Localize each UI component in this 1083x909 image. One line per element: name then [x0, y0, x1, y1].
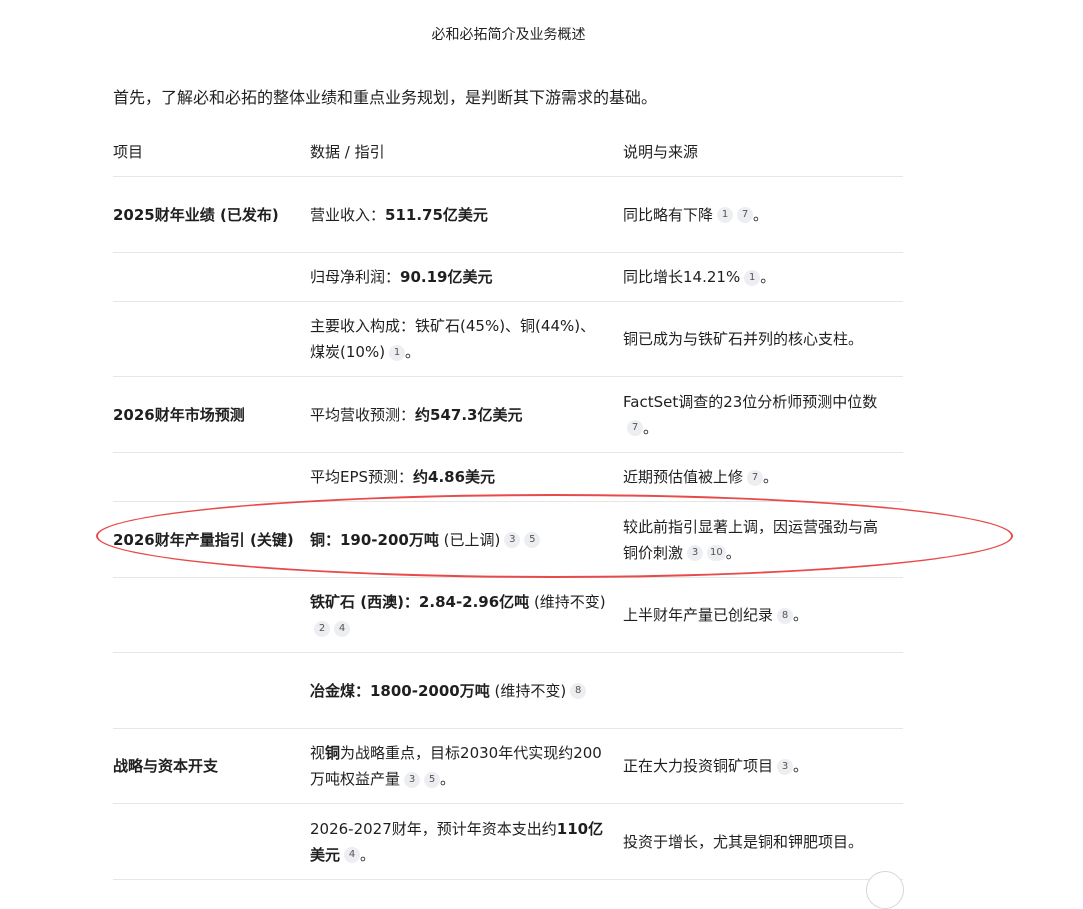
row-item: 2026财年产量指引 (关键)	[113, 530, 294, 549]
citation-badge[interactable]: 1	[717, 207, 734, 223]
table-row: 2026财年市场预测 平均营收预测：约547.3亿美元 FactSet调查的23位分…	[113, 377, 903, 453]
citation-badge[interactable]: 3	[504, 532, 521, 548]
table-row: 战略与资本开支 视铜为战略重点，目标2030年代实现约200万吨权益产量 3 5。 正在…	[113, 729, 903, 804]
row-item: 战略与资本开支	[113, 757, 219, 775]
note-text: 较此前指引显著上调，因运营强劲与高铜价刺激	[623, 517, 879, 562]
data-value: 铜	[325, 744, 341, 762]
row-item: 2026财年市场预测	[113, 405, 245, 424]
row-note: 较此前指引显著上调，因运营强劲与高铜价刺激 3 10。	[623, 517, 879, 562]
note-text: 上半财年产量已创纪录	[623, 606, 774, 624]
data-value: 约547.3亿美元	[415, 405, 523, 424]
note-text: FactSet调查的23位分析师预测中位数	[623, 392, 878, 411]
row-note: 近期预估值被上修 7。	[623, 468, 779, 486]
row-note: 上半财年产量已创纪录 8。	[623, 606, 809, 624]
table-row: 冶金煤：1800-2000万吨 (维持不变) 8	[113, 653, 903, 729]
data-text: 平均EPS预测：	[310, 468, 414, 486]
row-data: 铜：190-200万吨 (已上调) 3 5	[310, 527, 623, 553]
table-row: 铁矿石 (西澳)：2.84-2.96亿吨 (维持不变) 2 4 上半财年产量已创纪录 8…	[113, 578, 903, 653]
data-value: 511.75亿美元	[385, 205, 488, 224]
row-data: 平均营收预测：约547.3亿美元	[310, 402, 623, 428]
data-text: 营业收入：	[310, 205, 386, 224]
table-row: 2026-2027财年，预计年资本支出约110亿美元 4。投资于增长，尤其是铜和钾…	[113, 804, 903, 880]
citation-badge[interactable]: 1	[389, 344, 406, 361]
table-row: 2026财年产量指引 (关键) 铜：190-200万吨 (已上调) 3 5 较此前指引显…	[113, 502, 903, 578]
table-row: 平均EPS预测：约4.86美元 近期预估值被上修 7。	[113, 453, 903, 502]
note-text: 同比略有下降	[623, 205, 714, 224]
scroll-button[interactable]	[866, 871, 904, 909]
row-data: 视铜为战略重点，目标2030年代实现约200万吨权益产量 3 5。	[310, 744, 602, 788]
note-text: 投资于增长，尤其是铜和钾肥项目。	[623, 832, 864, 851]
data-text: 平均营收预测：	[310, 405, 416, 424]
row-data: 平均EPS预测：约4.86美元	[310, 464, 623, 490]
citation-badge[interactable]: 8	[777, 607, 794, 624]
citation-badge[interactable]: 3	[404, 771, 421, 788]
citation-badge[interactable]: 4	[334, 620, 350, 637]
note-text: 同比增长14.21%	[623, 268, 741, 286]
data-text: 主要收入构成：铁矿石(45%)、铜(44%)、煤炭(10%)	[310, 317, 596, 361]
table-row: 主要收入构成：铁矿石(45%)、铜(44%)、煤炭(10%) 1。 铜已成为与铁矿石…	[113, 302, 903, 377]
citation-badge[interactable]: 7	[747, 469, 764, 486]
row-note: FactSet调查的23位分析师预测中位数7。	[623, 392, 878, 437]
note-text: 近期预估值被上修	[623, 468, 744, 486]
row-data: 主要收入构成：铁矿石(45%)、铜(44%)、煤炭(10%) 1。	[310, 317, 596, 361]
citation-badge[interactable]: 7	[627, 420, 643, 436]
data-value: 铁矿石 (西澳)：2.84-2.96亿吨	[310, 593, 530, 611]
data-text: 为战略重点，目标2030年代实现约200万吨权益产量	[310, 744, 602, 788]
data-text: (维持不变)	[489, 681, 567, 700]
data-value: 90.19亿美元	[400, 268, 493, 286]
citation-badge[interactable]: 4	[344, 847, 361, 863]
header-data: 数据 / 指引	[310, 143, 385, 161]
row-data: 营业收入：511.75亿美元	[310, 202, 623, 228]
row-note: 同比略有下降 1 7。	[623, 205, 769, 224]
row-data: 归母净利润：90.19亿美元	[310, 264, 623, 290]
header-item: 项目	[113, 143, 144, 161]
row-note: 同比增长14.21% 1。	[623, 268, 776, 286]
intro-paragraph: 首先，了解必和必拓的整体业绩和重点业务规划，是判断其下游需求的基础。	[113, 88, 658, 107]
citation-badge[interactable]: 3	[687, 545, 704, 561]
data-text: 归母净利润：	[310, 268, 401, 286]
data-text: 视	[310, 744, 326, 762]
header-note: 说明与来源	[623, 143, 699, 161]
citation-badge[interactable]: 5	[524, 532, 541, 548]
data-value: 冶金煤：1800-2000万吨	[310, 681, 490, 700]
row-note: 正在大力投资铜矿项目 3。	[623, 757, 809, 775]
citation-badge[interactable]: 8	[570, 683, 587, 699]
row-data: 铁矿石 (西澳)：2.84-2.96亿吨 (维持不变) 2 4	[310, 589, 623, 641]
data-value: 铜：190-200万吨	[310, 530, 439, 549]
table-header: 项目 数据 / 指引 说明与来源	[113, 128, 903, 177]
page-title: 必和必拓简介及业务概述	[431, 27, 586, 43]
data-text: (维持不变)	[529, 593, 606, 611]
citation-badge[interactable]: 1	[744, 269, 761, 286]
business-table: 项目 数据 / 指引 说明与来源 2025财年业绩 (已发布) 营业收入：511.…	[113, 128, 903, 880]
note-text: 正在大力投资铜矿项目	[623, 757, 774, 775]
data-text: 2026-2027财年，预计年资本支出约	[310, 819, 557, 838]
citation-badge[interactable]: 3	[777, 758, 794, 775]
citation-badge[interactable]: 5	[424, 771, 441, 788]
citation-badge[interactable]: 10	[707, 545, 726, 561]
data-value: 约4.86美元	[413, 468, 496, 486]
citation-badge[interactable]: 2	[314, 620, 330, 637]
row-data: 2026-2027财年，预计年资本支出约110亿美元 4。	[310, 819, 604, 864]
citation-badge[interactable]: 7	[737, 207, 754, 223]
row-item: 2025财年业绩 (已发布)	[113, 205, 279, 224]
row-note: 投资于增长，尤其是铜和钾肥项目。	[623, 829, 903, 855]
table-row: 2025财年业绩 (已发布) 营业收入：511.75亿美元 同比略有下降 1 7。	[113, 177, 903, 253]
table-row: 归母净利润：90.19亿美元 同比增长14.21% 1。	[113, 253, 903, 302]
row-data: 冶金煤：1800-2000万吨 (维持不变) 8	[310, 678, 623, 704]
row-note: 铜已成为与铁矿石并列的核心支柱。	[623, 326, 903, 352]
note-text: 铜已成为与铁矿石并列的核心支柱。	[623, 330, 864, 348]
data-text: (已上调)	[438, 530, 501, 549]
